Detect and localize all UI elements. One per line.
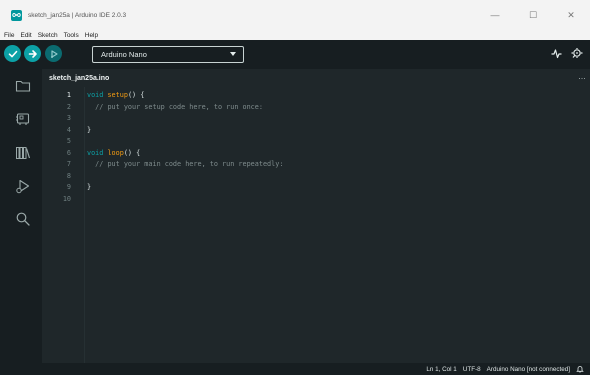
- more-options-icon[interactable]: …: [578, 72, 586, 81]
- close-button[interactable]: ✕: [552, 0, 590, 30]
- menu-file[interactable]: File: [4, 32, 14, 39]
- code-editor[interactable]: 1 2 3 4 5 6 7 8 9 10 void setup() { // put your s…: [42, 87, 590, 363]
- verify-icon: [8, 50, 17, 57]
- serial-monitor-button[interactable]: [571, 48, 584, 62]
- code-line[interactable]: // put your setup code here, to run once…: [87, 102, 263, 112]
- debug-button[interactable]: [45, 45, 62, 62]
- code-line[interactable]: }: [87, 125, 91, 135]
- window-controls: — ☐ ✕: [476, 0, 590, 30]
- notification-bell-icon[interactable]: [576, 365, 584, 373]
- line-number: 3: [66, 114, 71, 122]
- debug-icon: [50, 49, 58, 58]
- menu-edit[interactable]: Edit: [20, 32, 31, 39]
- verify-button[interactable]: [4, 45, 21, 62]
- line-number: 7: [66, 160, 71, 168]
- code-text: }: [87, 125, 92, 134]
- code-comment: // put your setup code here, to run once…: [87, 102, 263, 111]
- code-text: }: [87, 183, 92, 191]
- board-status[interactable]: Arduino Nano [not connected]: [487, 366, 570, 373]
- arduino-app-icon: [11, 9, 22, 21]
- window-title: sketch_jan25a | Arduino IDE 2.0.3: [28, 12, 127, 19]
- cursor-position[interactable]: Ln 1, Col 1: [426, 366, 456, 373]
- line-number: 2: [66, 102, 71, 111]
- upload-button[interactable]: [24, 45, 41, 62]
- code-keyword: void: [87, 91, 104, 99]
- line-number: 6: [66, 148, 71, 157]
- code-keyword: void: [87, 148, 104, 157]
- code-line[interactable]: // put your main code here, to run repea…: [87, 159, 283, 169]
- editor-panel: sketch_jan25a.ino … 1 2 3 4 5 6 7 8 9 10 void set…: [42, 69, 590, 363]
- code-comment: // put your main code here, to run repea…: [87, 160, 284, 168]
- status-bar: Ln 1, Col 1 UTF-8 Arduino Nano [not conn…: [0, 363, 590, 375]
- minimize-button[interactable]: —: [476, 0, 514, 30]
- folder-icon[interactable]: [15, 78, 31, 94]
- library-icon[interactable]: [15, 145, 31, 161]
- file-encoding[interactable]: UTF-8: [463, 366, 481, 373]
- line-number-gutter: 1 2 3 4 5 6 7 8 9 10: [42, 87, 84, 363]
- board-selector[interactable]: Arduino Nano: [92, 46, 244, 63]
- code-text: () {: [127, 91, 145, 99]
- code-line[interactable]: void setup() {: [87, 90, 144, 100]
- line-number: 9: [66, 183, 71, 191]
- code-line[interactable]: }: [87, 182, 91, 192]
- serial-monitor-icon: [571, 48, 583, 58]
- code-line[interactable]: void loop() {: [87, 148, 140, 158]
- debug-run-icon[interactable]: [15, 178, 31, 194]
- code-text: () {: [123, 148, 141, 157]
- left-sidebar: [0, 69, 42, 363]
- code-function-name: loop: [107, 148, 124, 157]
- toolbar: Arduino Nano: [0, 40, 590, 69]
- maximize-button[interactable]: ☐: [514, 0, 552, 30]
- line-number: 1: [66, 91, 71, 99]
- menu-sketch[interactable]: Sketch: [38, 32, 58, 39]
- board-manager-icon[interactable]: [15, 111, 31, 127]
- gutter-divider: [84, 87, 85, 363]
- tab-sketch-file[interactable]: sketch_jan25a.ino: [42, 69, 116, 87]
- line-number: 10: [62, 194, 71, 203]
- menu-help[interactable]: Help: [85, 32, 98, 39]
- code-function-name: setup: [107, 91, 128, 99]
- title-bar: sketch_jan25a | Arduino IDE 2.0.3 — ☐ ✕: [0, 0, 590, 33]
- serial-plotter-button[interactable]: [551, 48, 562, 62]
- menu-bar: File Edit Sketch Tools Help: [0, 30, 590, 40]
- search-icon[interactable]: [15, 211, 31, 227]
- line-number: 5: [66, 137, 71, 145]
- menu-tools[interactable]: Tools: [64, 32, 79, 39]
- board-selector-label: Arduino Nano: [101, 50, 147, 59]
- serial-plotter-icon: [551, 49, 562, 59]
- line-number: 4: [66, 125, 71, 134]
- chevron-down-icon: [230, 52, 236, 56]
- line-number: 8: [66, 171, 71, 180]
- upload-icon: [28, 49, 37, 58]
- editor-tab-bar: sketch_jan25a.ino …: [42, 69, 590, 87]
